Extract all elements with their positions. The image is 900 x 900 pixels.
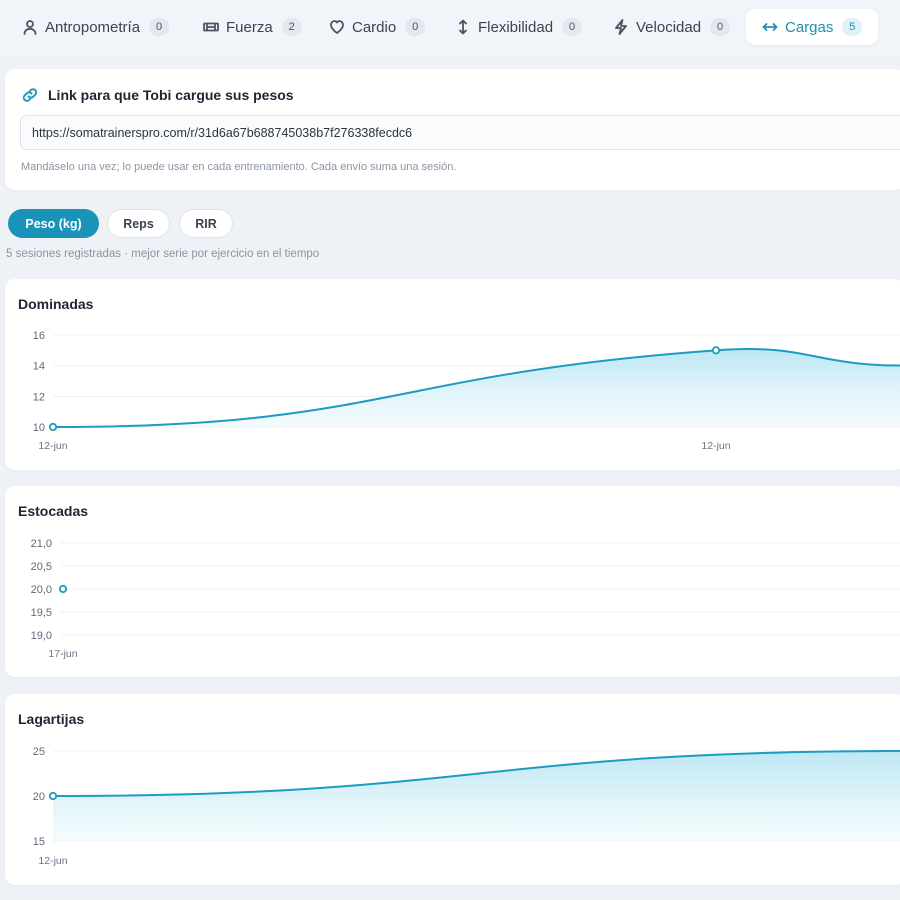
sessions-summary: 5 sesiones registradas · mejor serie por… bbox=[6, 248, 320, 260]
tab-cargas[interactable]: Cargas 5 bbox=[746, 9, 879, 45]
share-link-card: Link para que Tobi cargue sus pesos Mand… bbox=[5, 69, 900, 190]
tab-count-badge: 5 bbox=[842, 18, 863, 36]
tab-fuerza[interactable]: Fuerza 2 bbox=[203, 9, 316, 45]
tab-label: Cardio bbox=[352, 18, 397, 36]
share-link-url-field[interactable] bbox=[20, 115, 900, 150]
tab-antropometria[interactable]: Antropometría 0 bbox=[22, 9, 183, 45]
y-tick-label: 16 bbox=[33, 330, 45, 342]
metric-rir-button[interactable]: RIR bbox=[179, 209, 233, 238]
link-icon bbox=[22, 88, 38, 102]
chart-lagartijas: 15 20 25 12-jun bbox=[33, 746, 900, 867]
y-tick-label: 20,5 bbox=[31, 561, 52, 573]
chart-card-estocadas: Estocadas 19,0 19,5 20,0 20,5 21,0 17-jun bbox=[5, 486, 900, 677]
tab-count-badge: 0 bbox=[710, 18, 731, 36]
metric-peso-button[interactable]: Peso (kg) bbox=[8, 209, 99, 238]
y-tick-label: 12 bbox=[33, 391, 45, 403]
tab-flexibilidad[interactable]: Flexibilidad 0 bbox=[455, 9, 596, 45]
share-link-heading: Link para que Tobi cargue sus pesos bbox=[21, 86, 294, 104]
dumbbell-icon bbox=[203, 19, 219, 35]
tab-count-badge: 0 bbox=[562, 18, 583, 36]
tab-label: Fuerza bbox=[226, 18, 273, 36]
tab-cardio[interactable]: Cardio 0 bbox=[329, 9, 439, 45]
x-tick-label: 12-jun bbox=[38, 855, 67, 867]
y-tick-label: 14 bbox=[33, 361, 45, 373]
user-icon bbox=[22, 19, 38, 35]
series-area bbox=[53, 349, 900, 427]
x-tick-label: 17-jun bbox=[48, 648, 77, 660]
metric-reps-button[interactable]: Reps bbox=[107, 209, 170, 238]
chart-card-lagartijas: Lagartijas 15 20 25 12-jun bbox=[5, 694, 900, 885]
tab-label: Antropometría bbox=[45, 18, 141, 36]
tab-count-badge: 0 bbox=[405, 18, 426, 36]
heart-icon bbox=[329, 19, 345, 35]
tab-count-badge: 2 bbox=[281, 18, 302, 36]
y-tick-label: 19,0 bbox=[31, 630, 52, 642]
tab-label: Cargas bbox=[785, 18, 834, 36]
y-tick-label: 25 bbox=[33, 746, 45, 758]
data-point[interactable] bbox=[48, 791, 58, 801]
data-point[interactable] bbox=[48, 422, 58, 432]
tab-velocidad[interactable]: Velocidad 0 bbox=[613, 9, 744, 45]
arrows-vertical-icon bbox=[455, 19, 471, 35]
data-point[interactable] bbox=[58, 584, 68, 594]
chart-card-dominadas: Dominadas 10 12 14 16 12-jun 12-jun bbox=[5, 279, 900, 470]
series-area bbox=[53, 751, 900, 841]
y-tick-label: 21,0 bbox=[31, 538, 52, 550]
x-tick-label: 12-jun bbox=[701, 440, 730, 452]
y-tick-label: 20,0 bbox=[31, 584, 52, 596]
y-tick-label: 20 bbox=[33, 791, 45, 803]
chart-dominadas: 10 12 14 16 12-jun 12-jun bbox=[33, 330, 900, 452]
chart-estocadas: 19,0 19,5 20,0 20,5 21,0 17-jun bbox=[31, 538, 900, 660]
tab-bar: Antropometría 0 Fuerza 2 Cardio 0 Flexib… bbox=[0, 0, 900, 56]
tab-count-badge: 0 bbox=[149, 18, 170, 36]
lightning-icon bbox=[613, 19, 629, 35]
y-tick-label: 10 bbox=[33, 422, 45, 434]
y-tick-label: 15 bbox=[33, 836, 45, 848]
share-link-hint: Mandáselo una vez; lo puede usar en cada… bbox=[21, 161, 457, 173]
y-tick-label: 19,5 bbox=[31, 607, 52, 619]
x-tick-label: 12-jun bbox=[38, 440, 67, 452]
arrows-horizontal-icon bbox=[762, 19, 778, 35]
tab-label: Flexibilidad bbox=[478, 18, 554, 36]
data-point[interactable] bbox=[711, 346, 721, 355]
share-link-title: Link para que Tobi cargue sus pesos bbox=[48, 87, 294, 103]
tab-label: Velocidad bbox=[636, 18, 702, 36]
